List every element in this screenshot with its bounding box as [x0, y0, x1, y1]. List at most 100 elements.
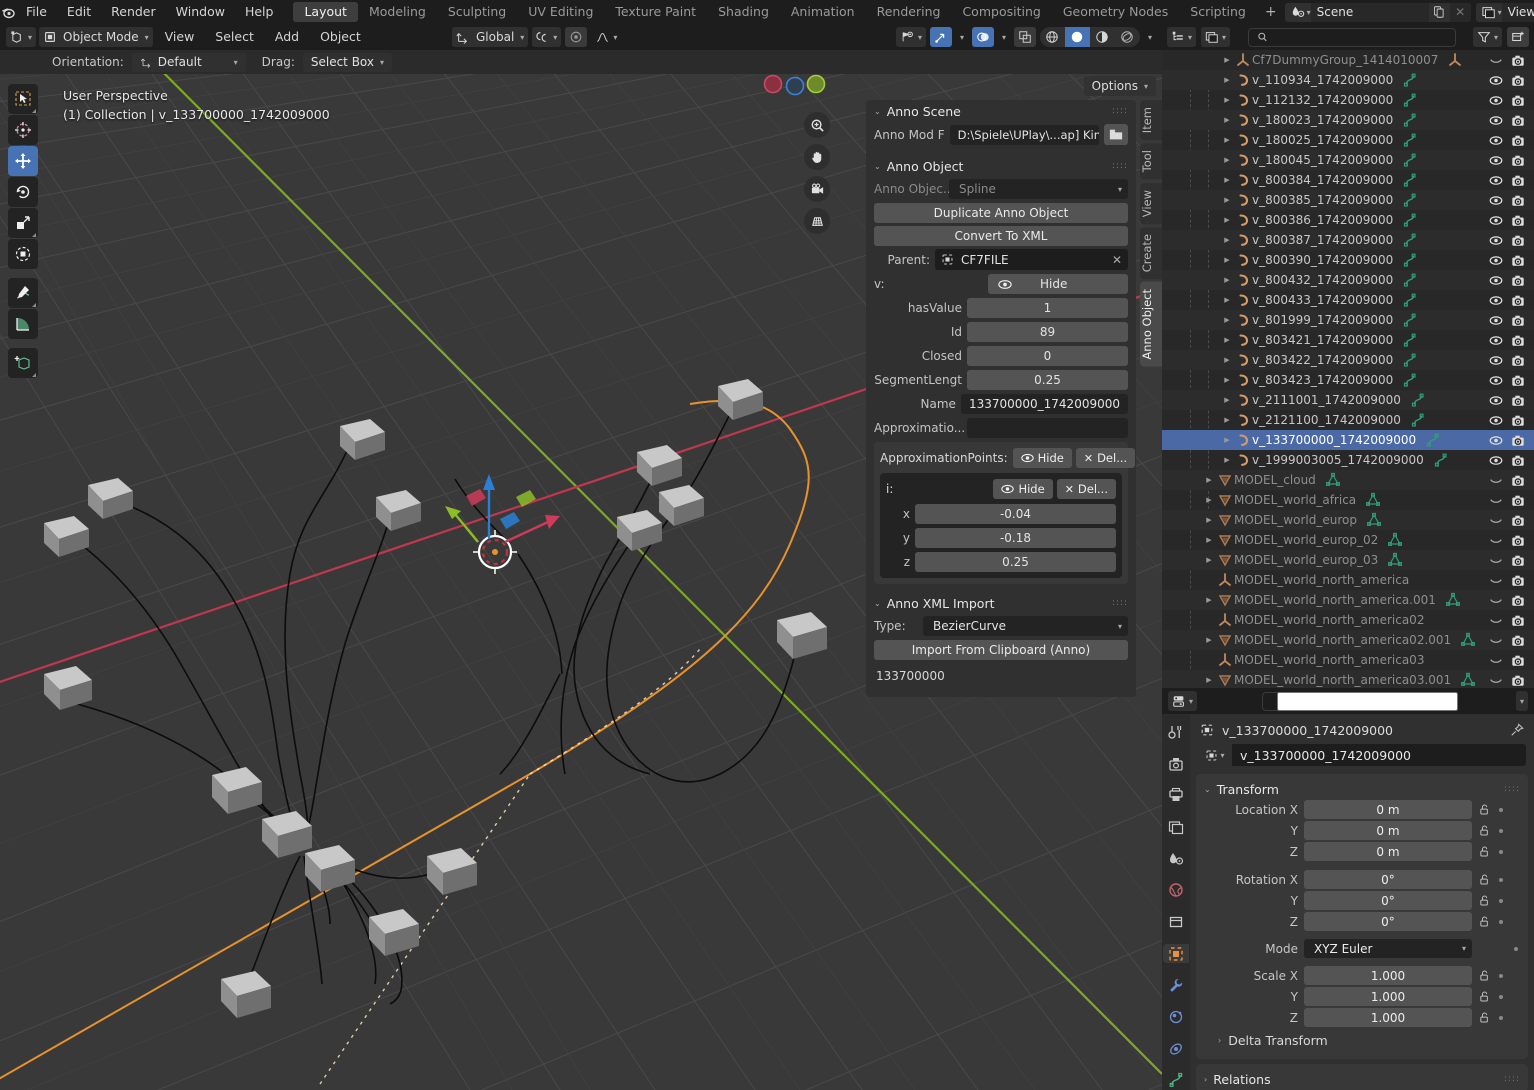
render-camera-icon[interactable] [1510, 534, 1526, 547]
outliner-row[interactable]: ▶ v_112132_1742009000 [1162, 90, 1534, 110]
point-y-input[interactable]: -0.18 [915, 528, 1116, 548]
expand-triangle-icon[interactable]: ▶ [1220, 416, 1234, 424]
npanel-tab-view[interactable]: View [1140, 182, 1162, 224]
relations-panel-header[interactable]: › Relations :::: [1196, 1068, 1528, 1090]
transform-tool[interactable] [8, 239, 38, 269]
overlays-dropdown[interactable]: ▾ [998, 27, 1010, 47]
scale-y-lock[interactable] [1478, 990, 1518, 1003]
transform-orientation-dropdown[interactable]: Global ▾ [452, 27, 529, 47]
animate-dot[interactable] [1499, 1015, 1503, 1020]
mesh-data-icon[interactable] [1322, 472, 1344, 488]
curve-data-icon[interactable] [1399, 132, 1421, 148]
visibility-eye-icon[interactable] [1488, 295, 1504, 306]
editor-type-button[interactable]: ▾ [6, 27, 37, 47]
object-name-field[interactable]: ▾ v_133700000_1742009000 [1198, 744, 1526, 766]
transform-panel-header[interactable]: ⌄ Transform :::: [1196, 778, 1528, 800]
outliner-row[interactable]: ▶ v_801999_1742009000 [1162, 310, 1534, 330]
expand-triangle-icon[interactable]: ▶ [1202, 636, 1216, 644]
curve-data-icon[interactable] [1399, 252, 1421, 268]
visibility-dropdown[interactable]: ▾ [895, 27, 926, 47]
blender-logo-icon[interactable] [0, 0, 16, 24]
expand-triangle-icon[interactable]: ▶ [1220, 136, 1234, 144]
menu-help[interactable]: Help [235, 0, 284, 24]
expand-triangle-icon[interactable]: ▶ [1220, 396, 1234, 404]
outliner-row[interactable]: ▶ v_180045_1742009000 [1162, 150, 1534, 170]
viewport-menu-view[interactable]: View [156, 27, 204, 47]
expand-triangle-icon[interactable]: ▶ [1220, 316, 1234, 324]
segmentlength-input[interactable]: 0.25 [967, 370, 1128, 390]
outliner-row[interactable]: ▶ v_803422_1742009000 [1162, 350, 1534, 370]
new-scene-button[interactable] [1428, 2, 1450, 22]
expand-triangle-icon[interactable]: ▶ [1220, 76, 1234, 84]
visibility-eye-icon[interactable] [1488, 475, 1504, 486]
expand-triangle-icon[interactable]: ▶ [1220, 56, 1234, 64]
tab-compositing[interactable]: Compositing [951, 2, 1051, 22]
visibility-eye-icon[interactable] [1488, 335, 1504, 346]
render-camera-icon[interactable] [1510, 514, 1526, 527]
panel-drag-grip[interactable]: :::: [1112, 599, 1128, 608]
visibility-eye-icon[interactable] [1488, 195, 1504, 206]
outliner-row[interactable]: ▶ v_2121100_1742009000 [1162, 410, 1534, 430]
mesh-data-icon[interactable] [1457, 672, 1479, 688]
render-camera-icon[interactable] [1510, 274, 1526, 287]
mesh-data-icon[interactable] [1442, 592, 1464, 608]
panel-drag-grip[interactable]: :::: [1504, 1075, 1520, 1084]
visibility-eye-icon[interactable] [1488, 415, 1504, 426]
render-camera-icon[interactable] [1510, 354, 1526, 367]
visibility-eye-icon[interactable] [1488, 395, 1504, 406]
move-tool[interactable] [8, 146, 38, 176]
collection-tab-icon[interactable] [1163, 912, 1189, 932]
import-from-clipboard-button[interactable]: Import From Clipboard (Anno) [874, 640, 1128, 660]
add-workspace-button[interactable]: + [1257, 2, 1285, 22]
viewport-menu-select[interactable]: Select [206, 27, 263, 47]
outliner-row[interactable]: ▶ v_133700000_1742009000 [1162, 430, 1534, 450]
duplicate-anno-object-button[interactable]: Duplicate Anno Object [874, 203, 1128, 223]
expand-triangle-icon[interactable]: ▶ [1202, 516, 1216, 524]
curve-data-icon[interactable] [1399, 72, 1421, 88]
visibility-eye-icon[interactable] [1488, 315, 1504, 326]
anno-scene-panel-header[interactable]: ⌄ Anno Scene :::: [866, 100, 1136, 122]
rotation-x-input[interactable]: 0° [1304, 870, 1472, 889]
delta-transform-panel-header[interactable]: › Delta Transform [1196, 1029, 1528, 1051]
properties-editor-type-button[interactable]: ▾ [1168, 691, 1198, 711]
proportional-edit-toggle[interactable] [565, 27, 588, 47]
xray-toggle[interactable] [1013, 27, 1036, 47]
expand-triangle-icon[interactable]: ▶ [1220, 356, 1234, 364]
point-delete-button[interactable]: ✕ Del... [1056, 479, 1116, 499]
curve-data-icon[interactable] [1399, 232, 1421, 248]
point-x-input[interactable]: -0.04 [915, 504, 1116, 524]
rotation-x-lock[interactable] [1478, 873, 1518, 886]
outliner-row[interactable]: ▶ v_800432_1742009000 [1162, 270, 1534, 290]
visibility-eye-icon[interactable] [1488, 375, 1504, 386]
npanel-tab-item[interactable]: Item [1140, 100, 1162, 141]
tab-geometry-nodes[interactable]: Geometry Nodes [1052, 2, 1179, 22]
visibility-eye-icon[interactable] [1488, 75, 1504, 86]
expand-triangle-icon[interactable]: ▶ [1220, 96, 1234, 104]
render-camera-icon[interactable] [1510, 594, 1526, 607]
curve-data-icon[interactable] [1399, 212, 1421, 228]
add-cube-tool[interactable] [8, 348, 38, 378]
visibility-eye-icon[interactable] [1488, 135, 1504, 146]
render-camera-icon[interactable] [1510, 94, 1526, 107]
animate-dot[interactable] [1499, 973, 1503, 978]
mesh-data-icon[interactable] [1384, 552, 1406, 568]
tab-sculpting[interactable]: Sculpting [437, 2, 517, 22]
curve-data-icon[interactable] [1422, 432, 1444, 448]
rotate-tool[interactable] [8, 177, 38, 207]
point-z-input[interactable]: 0.25 [915, 552, 1116, 572]
tweak-tool[interactable] [8, 84, 38, 114]
scale-x-lock[interactable] [1478, 969, 1518, 982]
outliner-row[interactable]: ▶ v_800386_1742009000 [1162, 210, 1534, 230]
visibility-eye-icon[interactable] [1488, 115, 1504, 126]
visibility-eye-icon[interactable] [1488, 555, 1504, 566]
outliner-row[interactable]: ▶ v_800387_1742009000 [1162, 230, 1534, 250]
tab-rendering[interactable]: Rendering [866, 2, 952, 22]
remove-scene-button[interactable]: ✕ [1449, 2, 1471, 22]
location-z-lock[interactable] [1478, 845, 1518, 858]
visibility-eye-icon[interactable] [1488, 455, 1504, 466]
visibility-eye-icon[interactable] [1488, 55, 1504, 66]
rotation-mode-dropdown[interactable]: XYZ Euler ▾ [1304, 939, 1472, 958]
properties-search-input[interactable] [1261, 691, 1458, 711]
outliner-row[interactable]: ▶ v_110934_1742009000 [1162, 70, 1534, 90]
curve-data-icon[interactable] [1399, 112, 1421, 128]
